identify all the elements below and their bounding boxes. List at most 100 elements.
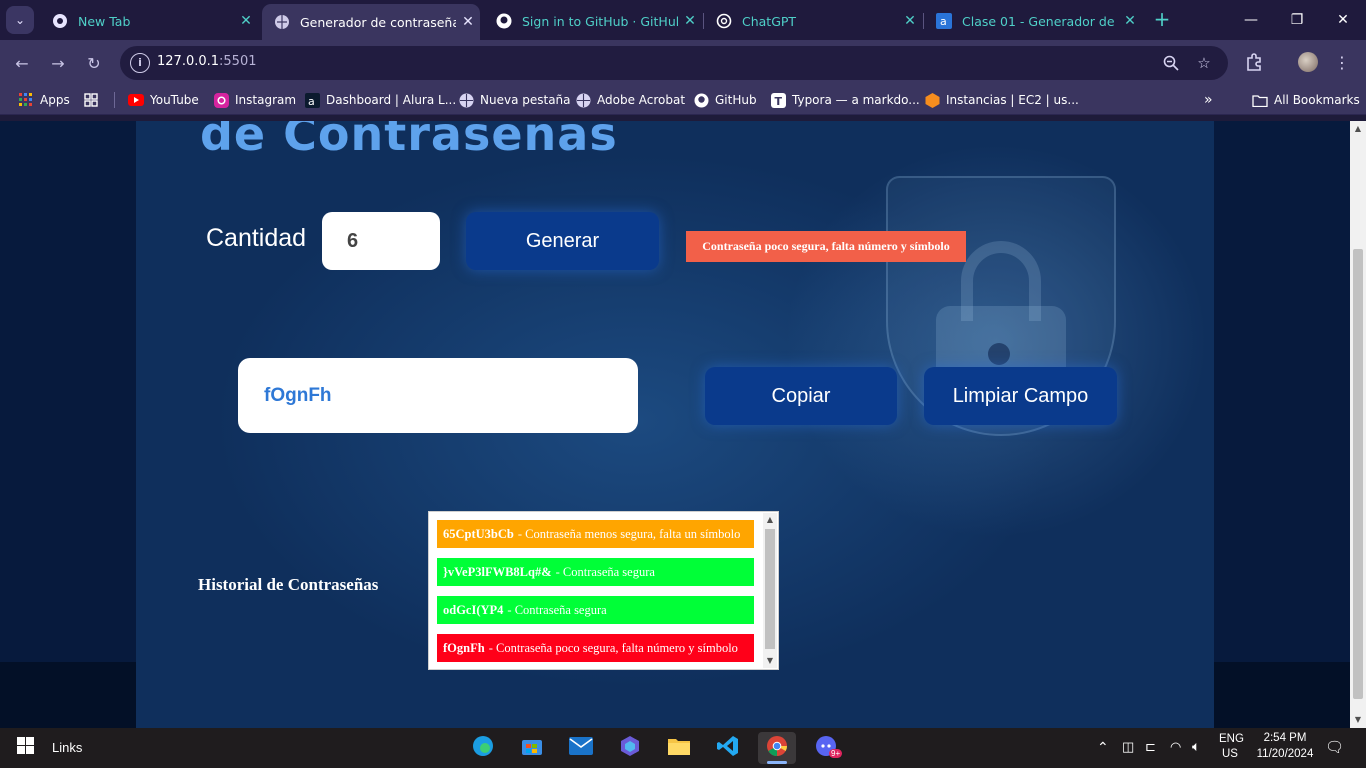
password-output[interactable]: fOgnFh xyxy=(238,358,638,433)
menu-kebab-icon[interactable]: ⋮ xyxy=(1330,50,1354,74)
tab-title: Clase 01 - Generador de co xyxy=(962,13,1118,29)
extensions-icon[interactable] xyxy=(1242,50,1266,74)
tab-generador[interactable]: Generador de contraseñas ✕ xyxy=(262,4,480,40)
links-toolbar[interactable]: Links xyxy=(52,740,82,755)
bookmark-adobe[interactable]: Adobe Acrobat xyxy=(575,90,685,110)
tab-search-button[interactable]: ⌄ xyxy=(6,6,34,34)
zoom-icon[interactable] xyxy=(1160,52,1182,74)
page-viewport: de Contraseñas Cantidad Generar Contrase… xyxy=(0,121,1350,728)
tab-github[interactable]: Sign in to GitHub · GitHub ✕ xyxy=(484,5,702,37)
tab-title: ChatGPT xyxy=(742,13,797,29)
history-scrollbar[interactable]: ▲ ▼ xyxy=(763,513,777,668)
tab-new-tab[interactable]: New Tab ✕ xyxy=(40,5,258,37)
url-text[interactable]: 127.0.0.1:5501 xyxy=(157,54,257,69)
bookmark-typora[interactable]: T Typora — a markdo... xyxy=(770,90,920,110)
restore-button[interactable]: ❐ xyxy=(1274,0,1320,40)
divider xyxy=(114,92,115,108)
taskbar-copilot[interactable] xyxy=(611,732,649,764)
alura-icon: a xyxy=(936,13,952,29)
volume-icon[interactable]: 🔈︎ xyxy=(1192,738,1200,755)
history-item: odGcI(YP4 - Contraseña segura xyxy=(437,596,754,624)
taskbar-vscode[interactable] xyxy=(709,732,747,764)
notification-badge: 9+ xyxy=(829,749,843,758)
bookmark-grid[interactable] xyxy=(83,90,105,110)
bookmark-apps[interactable]: Apps xyxy=(18,90,70,110)
forward-button[interactable]: → xyxy=(44,49,72,77)
vscode-icon xyxy=(717,735,739,762)
bookmark-label: Apps xyxy=(40,93,70,107)
site-info-icon[interactable]: i xyxy=(130,53,150,73)
bookmark-alura[interactable]: a Dashboard | Alura L... xyxy=(304,90,456,110)
minimize-button[interactable]: — xyxy=(1228,0,1274,40)
history-item: }vVeP3lFWB8Lq#& - Contraseña segura xyxy=(437,558,754,586)
bookmark-label: Instancias | EC2 | us... xyxy=(946,93,1079,107)
notifications-icon[interactable]: 🗨︎ xyxy=(1325,738,1344,756)
close-icon[interactable]: ✕ xyxy=(678,13,702,29)
taskbar-mail[interactable] xyxy=(562,732,600,764)
tab-chatgpt[interactable]: ChatGPT ✕ xyxy=(704,5,922,37)
tray-overflow-icon[interactable]: ⌃ xyxy=(1097,739,1109,756)
close-icon[interactable]: ✕ xyxy=(1118,13,1142,29)
scrollbar-thumb[interactable] xyxy=(1353,249,1363,699)
wifi-icon[interactable]: ◠ xyxy=(1170,739,1181,755)
close-icon[interactable]: ✕ xyxy=(456,14,480,30)
close-window-button[interactable]: ✕ xyxy=(1320,0,1366,40)
start-button[interactable] xyxy=(6,732,44,764)
url-port: :5501 xyxy=(219,54,257,69)
windows-icon xyxy=(16,737,34,759)
taskbar-edge[interactable] xyxy=(464,732,502,764)
bookmark-instagram[interactable]: Instagram xyxy=(213,90,296,110)
windows-taskbar: Links 9+ ⌃ ◫ ⊏ ◠ 🔈︎ ENG US 2:54 PM 11/20… xyxy=(0,728,1366,768)
reload-button[interactable]: ↻ xyxy=(80,49,108,77)
clear-field-button[interactable]: Limpiar Campo xyxy=(924,367,1117,425)
close-icon[interactable]: ✕ xyxy=(234,13,258,29)
generate-button[interactable]: Generar xyxy=(466,212,659,270)
bookmarks-overflow-button[interactable]: » xyxy=(1204,90,1213,110)
clock-date: 11/20/2024 xyxy=(1256,748,1314,760)
tab-alura[interactable]: a Clase 01 - Generador de co ✕ xyxy=(924,5,1142,37)
quantity-input[interactable] xyxy=(322,212,440,270)
taskbar-chrome[interactable] xyxy=(758,732,796,764)
bookmark-label: YouTube xyxy=(150,93,199,107)
scrollbar-thumb[interactable] xyxy=(765,529,775,649)
history-password: }vVeP3lFWB8Lq#& xyxy=(443,564,552,579)
language-indicator[interactable]: ENG US xyxy=(1219,733,1244,760)
folder-icon xyxy=(1252,92,1268,108)
browser-toolbar: ← → ↻ i 127.0.0.1:5501 ☆ ⋮ xyxy=(0,40,1366,85)
history-item: fOgnFh - Contraseña poco segura, falta n… xyxy=(437,634,754,662)
page-scrollbar[interactable]: ▲ ▼ xyxy=(1350,121,1366,728)
bookmark-star-icon[interactable]: ☆ xyxy=(1193,52,1215,74)
new-tab-button[interactable]: + xyxy=(1150,8,1174,32)
camera-icon[interactable]: ◫ xyxy=(1122,739,1134,755)
scroll-up-icon[interactable]: ▲ xyxy=(1350,121,1366,137)
back-button[interactable]: ← xyxy=(8,49,36,77)
youtube-icon xyxy=(128,92,144,108)
taskbar-discord[interactable]: 9+ xyxy=(807,732,845,764)
region-code: US xyxy=(1222,748,1238,760)
profile-avatar[interactable] xyxy=(1298,52,1318,72)
address-bar[interactable]: i 127.0.0.1:5501 ☆ xyxy=(120,46,1228,80)
scroll-up-icon[interactable]: ▲ xyxy=(763,513,777,527)
close-icon[interactable]: ✕ xyxy=(898,13,922,29)
scroll-down-icon[interactable]: ▼ xyxy=(763,654,777,668)
bookmark-github[interactable]: GitHub xyxy=(693,90,757,110)
taskbar-store[interactable] xyxy=(513,732,551,764)
apps-grid-icon xyxy=(18,92,34,108)
bookmark-label: Dashboard | Alura L... xyxy=(326,93,457,107)
svg-text:a: a xyxy=(308,95,315,108)
bookmark-aws[interactable]: Instancias | EC2 | us... xyxy=(924,90,1079,110)
instagram-icon xyxy=(213,92,229,108)
scroll-down-icon[interactable]: ▼ xyxy=(1350,712,1366,728)
bookmark-youtube[interactable]: YouTube xyxy=(128,90,199,110)
all-bookmarks-button[interactable]: All Bookmarks xyxy=(1252,90,1360,110)
history-list[interactable]: 65CptU3bCb - Contraseña menos segura, fa… xyxy=(428,511,779,670)
taskbar-file-explorer[interactable] xyxy=(660,732,698,764)
bookmark-label: Adobe Acrobat xyxy=(597,93,686,107)
battery-plug-icon[interactable]: ⊏ xyxy=(1145,739,1156,755)
bookmark-label: Instagram xyxy=(235,93,297,107)
history-item: 65CptU3bCb - Contraseña menos segura, fa… xyxy=(437,520,754,548)
bookmark-nueva-pestana[interactable]: Nueva pestaña xyxy=(458,90,571,110)
history-password: 65CptU3bCb xyxy=(443,526,514,541)
clock[interactable]: 2:54 PM 11/20/2024 xyxy=(1253,732,1317,760)
copy-button[interactable]: Copiar xyxy=(705,367,897,425)
